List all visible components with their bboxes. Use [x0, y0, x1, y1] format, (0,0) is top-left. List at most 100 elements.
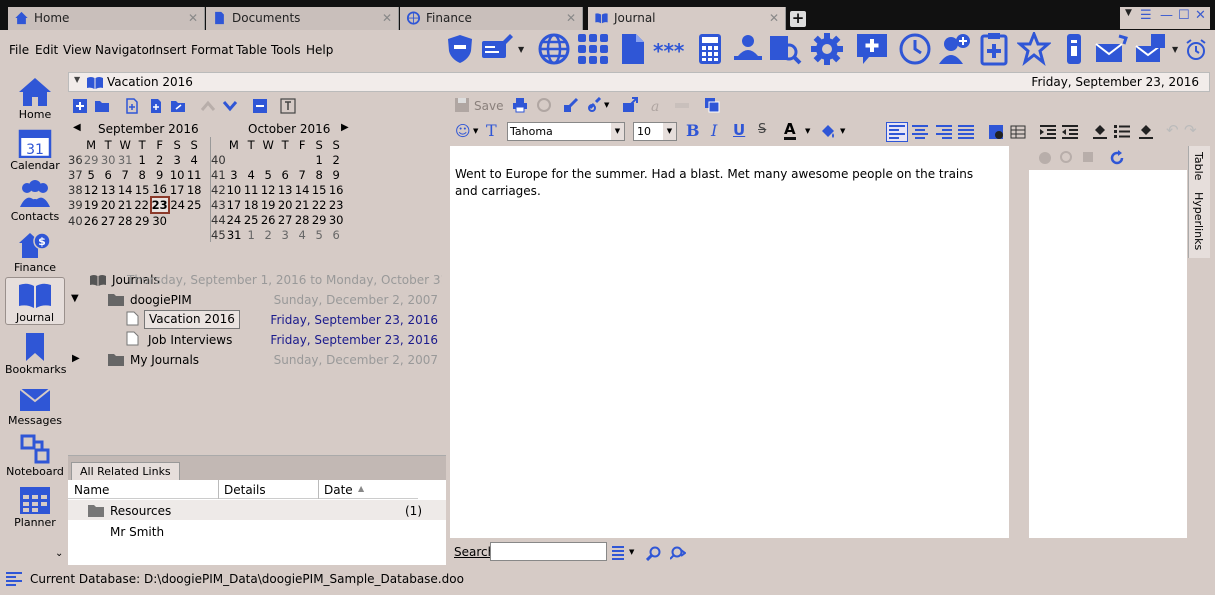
new-document-icon[interactable]: [616, 32, 650, 66]
tree-item-label[interactable]: doogiePIM: [130, 293, 192, 307]
calendar-day[interactable]: 7: [117, 167, 134, 182]
add-contact-icon[interactable]: [938, 32, 972, 66]
menu-edit[interactable]: Edit: [35, 43, 58, 57]
calendar-day[interactable]: 16: [328, 182, 345, 197]
calendar-day[interactable]: 19: [260, 197, 277, 212]
calendar-day[interactable]: 24: [169, 197, 186, 213]
calendar-day[interactable]: 2: [328, 152, 345, 167]
calendar-day[interactable]: 25: [243, 212, 260, 227]
calendar-day[interactable]: 25: [186, 197, 203, 213]
add-subpage-icon[interactable]: [148, 98, 164, 114]
dropdown-icon[interactable]: ▼: [1172, 45, 1178, 54]
collapse-icon[interactable]: [252, 98, 268, 114]
calendar-day[interactable]: 8: [311, 167, 328, 182]
column-header-details[interactable]: Details: [224, 483, 266, 497]
calendar-day[interactable]: 27: [277, 212, 294, 227]
calendar-day[interactable]: 21: [294, 197, 311, 212]
calendar-day[interactable]: 28: [294, 212, 311, 227]
calendar-day[interactable]: 30: [100, 152, 117, 167]
calendar-day-today[interactable]: 23: [149, 196, 170, 214]
number-style-icon[interactable]: [1138, 123, 1154, 139]
calendar-day[interactable]: 19: [83, 197, 100, 213]
close-icon[interactable]: ✕: [188, 7, 198, 29]
clipboard-add-icon[interactable]: [977, 32, 1011, 66]
side-tab-table[interactable]: Table: [1192, 152, 1205, 180]
underline-icon[interactable]: U: [733, 121, 745, 139]
calendar-day[interactable]: 9: [328, 167, 345, 182]
calendar-day[interactable]: 1: [134, 152, 151, 167]
tab-documents[interactable]: Documents ✕: [206, 7, 399, 30]
close-icon[interactable]: ✕: [382, 7, 392, 29]
calendar-day[interactable]: 23: [328, 197, 345, 212]
calendar-day[interactable]: [226, 152, 243, 167]
indent-icon[interactable]: [1040, 124, 1056, 140]
calendar-day[interactable]: 10: [226, 182, 243, 197]
dropdown-icon[interactable]: ▼: [604, 101, 609, 109]
calendar-day[interactable]: 15: [134, 182, 151, 197]
calendar-day[interactable]: 31: [117, 152, 134, 167]
calendar-day[interactable]: 10: [169, 167, 186, 182]
expand-arrow-icon[interactable]: ▶: [72, 353, 80, 364]
insert-table-icon[interactable]: [1010, 124, 1026, 140]
calendar-day[interactable]: 28: [117, 213, 134, 228]
usb-key-icon[interactable]: [1057, 32, 1091, 66]
font-size-select[interactable]: 10 ▼: [633, 122, 677, 141]
menu-navigator[interactable]: Navigator: [95, 43, 154, 57]
close-icon[interactable]: ✕: [566, 7, 576, 29]
prev-month-icon[interactable]: ◀: [73, 122, 81, 133]
font-color-icon[interactable]: A: [784, 121, 796, 140]
nav-planner[interactable]: Planner: [5, 483, 65, 531]
calendar-day[interactable]: 13: [100, 182, 117, 197]
search-input[interactable]: [490, 542, 607, 561]
journal-editor[interactable]: Went to Europe for the summer. Had a bla…: [450, 146, 1009, 538]
dropdown-icon[interactable]: ▼: [473, 127, 478, 135]
calendar-day[interactable]: 22: [311, 197, 328, 212]
password-icon[interactable]: ***: [653, 32, 687, 66]
calendar-day[interactable]: 29: [83, 152, 100, 167]
calendar-day[interactable]: 1: [243, 227, 260, 242]
align-left-button[interactable]: [886, 122, 908, 142]
table-row[interactable]: Resources (1): [68, 500, 446, 520]
print-icon[interactable]: [512, 97, 528, 113]
menu-help[interactable]: Help: [306, 43, 333, 57]
grid-apps-icon[interactable]: [576, 32, 610, 66]
edit-card-icon[interactable]: [480, 32, 514, 66]
refresh-icon[interactable]: [1109, 150, 1125, 166]
calendar-day[interactable]: [294, 152, 311, 167]
mail-send-icon[interactable]: [1095, 32, 1129, 66]
calendar-day[interactable]: 26: [260, 212, 277, 227]
align-center-icon[interactable]: [912, 124, 928, 140]
bullet-list-icon[interactable]: [1114, 124, 1130, 140]
calendar-day[interactable]: [260, 152, 277, 167]
dropdown-icon[interactable]: ▼: [74, 75, 80, 84]
nav-bookmarks[interactable]: Bookmarks: [5, 330, 66, 378]
expand-nav-icon[interactable]: ⌄: [55, 548, 63, 559]
calendar-day[interactable]: 17: [169, 182, 186, 197]
add-folder-icon[interactable]: [72, 98, 88, 114]
calendar-day[interactable]: 20: [100, 197, 117, 213]
link-icon[interactable]: [587, 97, 603, 113]
dropdown-icon[interactable]: ▼: [663, 123, 676, 140]
dropdown-icon[interactable]: ▼: [1125, 8, 1132, 18]
dropdown-icon[interactable]: ▼: [805, 127, 810, 135]
nav-noteboard[interactable]: Noteboard: [5, 432, 65, 480]
calendar-day[interactable]: [243, 152, 260, 167]
calendar-day[interactable]: 3: [169, 152, 186, 167]
calendar-day[interactable]: 30: [151, 213, 169, 228]
dropdown-icon[interactable]: ▼: [518, 45, 524, 54]
calendar-day[interactable]: 3: [226, 167, 243, 182]
calculator-icon[interactable]: [693, 32, 727, 66]
calendar-day[interactable]: 12: [260, 182, 277, 197]
mail-download-icon[interactable]: [1135, 32, 1169, 66]
table-row[interactable]: Mr Smith: [68, 522, 446, 542]
calendar-day[interactable]: 14: [117, 182, 134, 197]
calendar-day[interactable]: 9: [151, 167, 169, 182]
menu-tools[interactable]: Tools: [271, 43, 301, 57]
calendar-day[interactable]: 31: [226, 227, 243, 242]
close-icon[interactable]: ✕: [769, 7, 779, 29]
save-button[interactable]: Save: [474, 99, 503, 113]
search-icon[interactable]: [646, 545, 662, 561]
next-month-icon[interactable]: ▶: [341, 122, 349, 133]
calendar-day[interactable]: 29: [311, 212, 328, 227]
strikethrough-icon[interactable]: S: [758, 122, 766, 137]
